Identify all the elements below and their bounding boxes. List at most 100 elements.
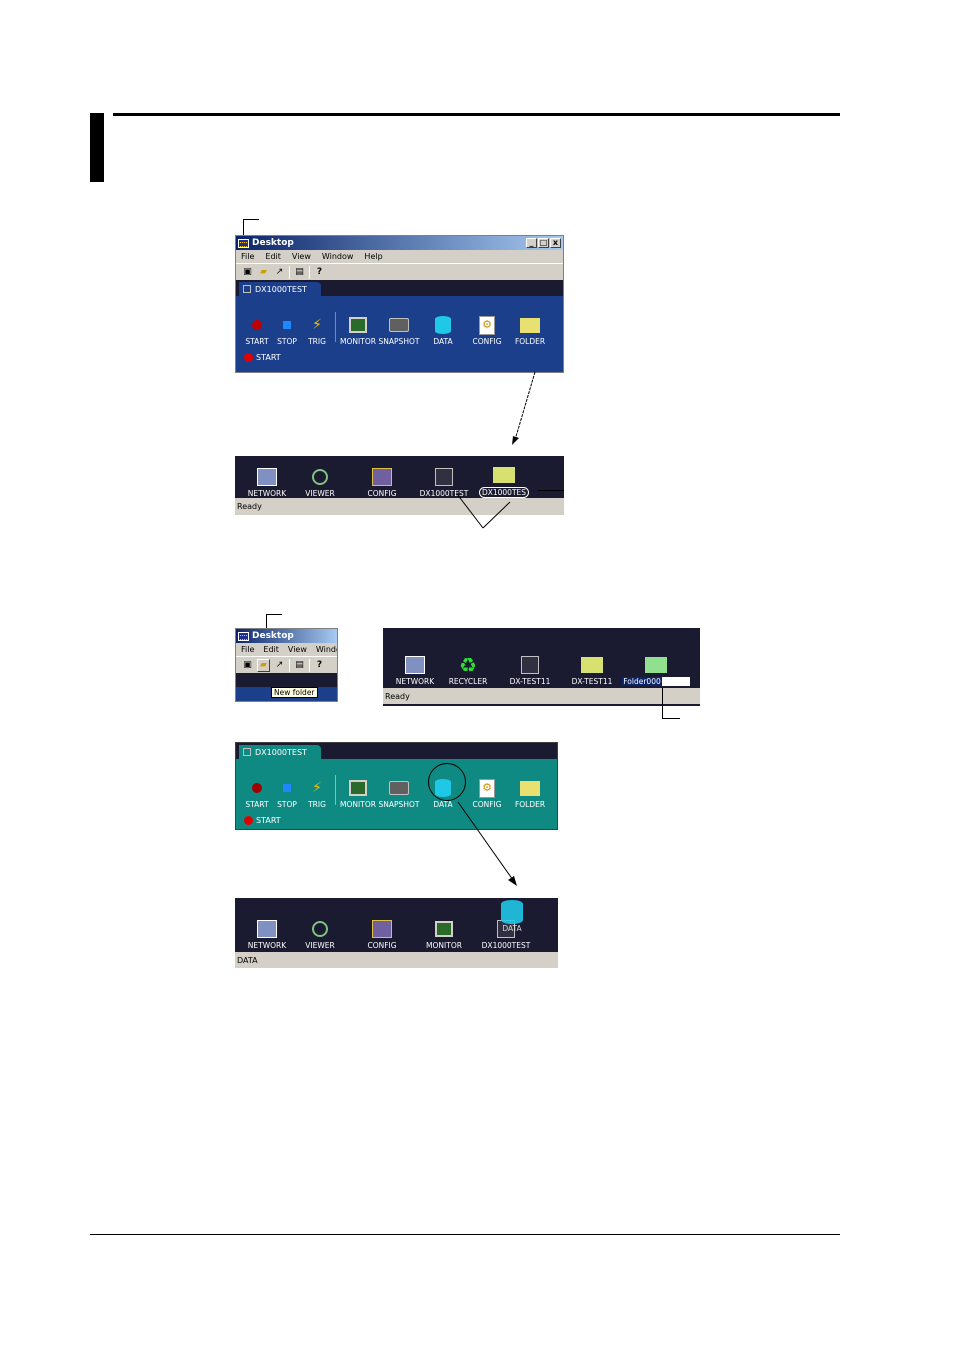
data-button[interactable]: DATA [421,313,465,346]
desktop-icon-bar-rename: NETWORK ♻ RECYCLER DX-TEST11 DX-TEST11 F… [383,628,700,706]
new-recorder-icon[interactable]: ▣ [241,265,254,279]
callout-line [662,688,663,718]
start-button[interactable]: START [242,776,272,809]
tab-checkbox[interactable] [243,285,251,293]
app-menu-icon[interactable] [238,631,249,641]
app-menu-icon[interactable] [238,238,249,248]
window-title: Desktop [252,238,294,248]
viewer-icon [312,921,328,937]
new-folder-icon[interactable]: ▰ [257,265,270,279]
viewer-icon-item[interactable]: VIEWER [289,917,351,950]
trig-button[interactable]: ⚡ TRIG [302,313,332,346]
properties-icon[interactable]: ▤ [293,658,306,672]
snapshot-button[interactable]: SNAPSHOT [377,776,421,809]
title-bar[interactable]: Desktop _ □ x [236,236,563,250]
camera-icon [389,318,409,332]
network-icon-item[interactable]: NETWORK [245,465,289,498]
tab-recorder[interactable]: DX1000TEST [239,282,321,296]
config-icon-item[interactable]: CONFIG [351,465,413,498]
stop-icon [283,784,291,792]
tab-checkbox[interactable] [243,748,251,756]
desktop-window: Desktop _ □ x File Edit View Window Help… [235,235,564,373]
database-icon [435,316,451,334]
close-button[interactable]: x [550,238,561,248]
help-icon[interactable]: ? [313,265,326,279]
recycler-icon-item[interactable]: ♻ RECYCLER [437,653,499,686]
header-rule [113,113,840,116]
menu-file[interactable]: File [241,645,254,654]
menu-help[interactable]: Help [364,252,382,261]
callout-line [266,614,282,615]
command-divider [335,775,336,805]
config-icon: ⚙ [479,778,495,798]
monitor-button[interactable]: MONITOR [339,776,377,809]
folder-icon [645,657,667,673]
toolbar-separator [309,658,310,672]
drag-ghost-label: DATA [502,924,522,933]
status-bar: DATA [235,952,558,968]
folder-icon [581,657,603,673]
rename-field[interactable]: Folder000 [622,677,690,686]
monitor-icon-item[interactable]: MONITOR [413,917,475,950]
snapshot-button[interactable]: SNAPSHOT [377,313,421,346]
toolbar-separator [289,658,290,672]
toolbar: ▣ ▰ ↗ ▤ ? [236,656,337,673]
recorder-tab-strip: DX1000TEST [236,280,563,296]
network-icon-item[interactable]: NETWORK [393,653,437,686]
minimize-button[interactable]: _ [526,238,537,248]
recorder-icon-item[interactable]: DX-TEST11 [499,653,561,686]
window-title: Desktop [252,631,294,641]
record-icon [252,783,262,793]
new-folder-item[interactable]: Folder000 [622,653,690,686]
shortcut-icon[interactable]: ↗ [273,658,286,672]
monitor-button[interactable]: MONITOR [339,313,377,346]
callout-lines [456,493,511,529]
recycler-icon: ♻ [459,653,477,677]
tab-recorder[interactable]: DX1000TEST [239,745,321,759]
menu-bar: File Edit View Window Help [236,250,563,263]
maximize-button[interactable]: □ [538,238,549,248]
folder-icon [520,780,540,796]
database-icon [501,900,523,924]
callout-line [662,718,680,719]
help-icon[interactable]: ? [313,658,326,672]
new-folder-icon[interactable]: ▰ [257,658,270,672]
command-row: START STOP ⚡ TRIG MONITOR SNAPSHOT DATA [236,296,563,346]
title-bar[interactable]: Desktop [236,629,337,643]
recorder-status: START [236,350,563,364]
monitor-icon [349,780,367,796]
properties-icon[interactable]: ▤ [293,265,306,279]
menu-view[interactable]: View [292,252,311,261]
shortcut-icon[interactable]: ↗ [273,265,286,279]
viewer-icon-item[interactable]: VIEWER [289,465,351,498]
config-icon: ⚙ [479,315,495,335]
network-icon-item[interactable]: NETWORK [245,917,289,950]
menu-edit[interactable]: Edit [265,252,281,261]
trigger-icon: ⚡ [312,780,322,796]
new-folder-tooltip: New folder [271,687,318,698]
config-button[interactable]: ⚙ CONFIG [465,313,509,346]
menu-window[interactable]: Window [322,252,354,261]
stop-button[interactable]: STOP [272,776,302,809]
drag-arrow [512,371,536,445]
start-button[interactable]: START [242,313,272,346]
menu-file[interactable]: File [241,252,254,261]
status-record-icon [244,352,253,362]
menu-view[interactable]: View [288,645,307,654]
menu-window[interactable]: Windo [316,645,337,654]
network-icon [405,656,425,674]
recorder-icon [521,656,539,674]
config-icon [372,468,392,486]
icon-row: NETWORK ♻ RECYCLER DX-TEST11 DX-TEST11 F… [383,628,700,688]
toolbar: ▣ ▰ ↗ ▤ ? [236,263,563,280]
new-recorder-icon[interactable]: ▣ [241,658,254,672]
folder-button[interactable]: FOLDER [509,313,551,346]
network-icon [257,920,277,938]
trig-button[interactable]: ⚡ TRIG [302,776,332,809]
footer-rule [90,1234,840,1235]
folder-icon [520,317,540,333]
stop-button[interactable]: STOP [272,313,302,346]
config-icon-item[interactable]: CONFIG [351,917,413,950]
folder-icon-item[interactable]: DX-TEST11 [561,653,623,686]
menu-edit[interactable]: Edit [263,645,279,654]
